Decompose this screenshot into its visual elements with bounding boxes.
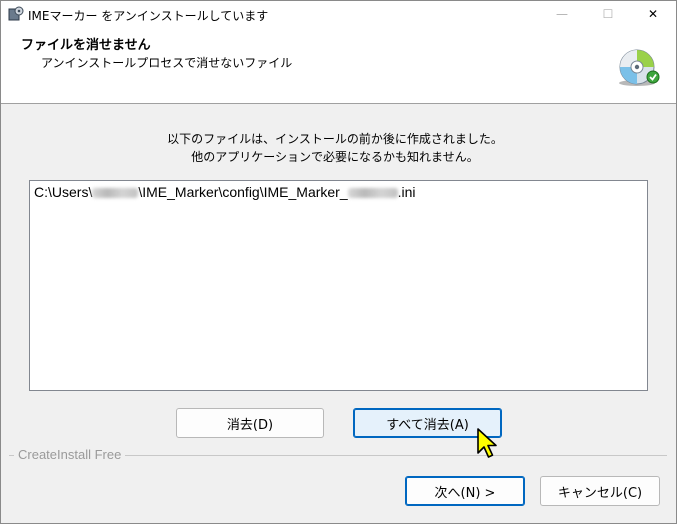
message-line-1: 以下のファイルは、インストールの前か後に作成されました。 <box>167 132 503 146</box>
header-subtitle: アンインストールプロセスで消せないファイル <box>41 56 293 70</box>
brand-label: CreateInstall Free <box>14 447 126 462</box>
cancel-button[interactable]: キャンセル(C) <box>540 476 660 506</box>
mouse-cursor-icon <box>477 428 497 458</box>
maximize-icon: ☐ <box>602 7 614 21</box>
installer-window: IMEマーカー をアンインストールしています — ☐ ✕ ファイルを消せません … <box>0 0 677 524</box>
close-button[interactable]: ✕ <box>630 1 676 27</box>
maximize-button[interactable]: ☐ <box>585 1 631 27</box>
list-item[interactable]: C:\Users\ \IME_Marker\config\IME_Marker_.… <box>34 184 416 200</box>
file-path-middle: \IME_Marker\config\IME_Marker_ <box>138 184 348 200</box>
window-title: IMEマーカー をアンインストールしています <box>28 9 269 23</box>
redacted-filename <box>347 188 398 199</box>
file-path-suffix: .ini <box>397 184 416 200</box>
message-line-2: 他のアプリケーションで必要になるかも知れません。 <box>191 150 479 164</box>
title-bar[interactable]: IMEマーカー をアンインストールしています — ☐ ✕ <box>1 1 676 27</box>
cd-disc-icon <box>619 49 660 86</box>
delete-button[interactable]: 消去(D) <box>176 408 324 438</box>
file-list[interactable]: C:\Users\ \IME_Marker\config\IME_Marker_.… <box>29 180 648 391</box>
redacted-username <box>92 188 139 199</box>
app-icon <box>8 6 24 21</box>
file-path-prefix: C:\Users\ <box>34 184 93 200</box>
info-message: 以下のファイルは、インストールの前か後に作成されました。 他のアプリケーションで… <box>1 130 669 166</box>
close-icon: ✕ <box>647 7 659 21</box>
minimize-icon: — <box>556 7 568 21</box>
header-title: ファイルを消せません <box>21 38 151 53</box>
minimize-button[interactable]: — <box>539 1 585 27</box>
wizard-header: ファイルを消せません アンインストールプロセスで消せないファイル <box>1 27 676 104</box>
next-button[interactable]: 次へ(N) > <box>405 476 525 506</box>
